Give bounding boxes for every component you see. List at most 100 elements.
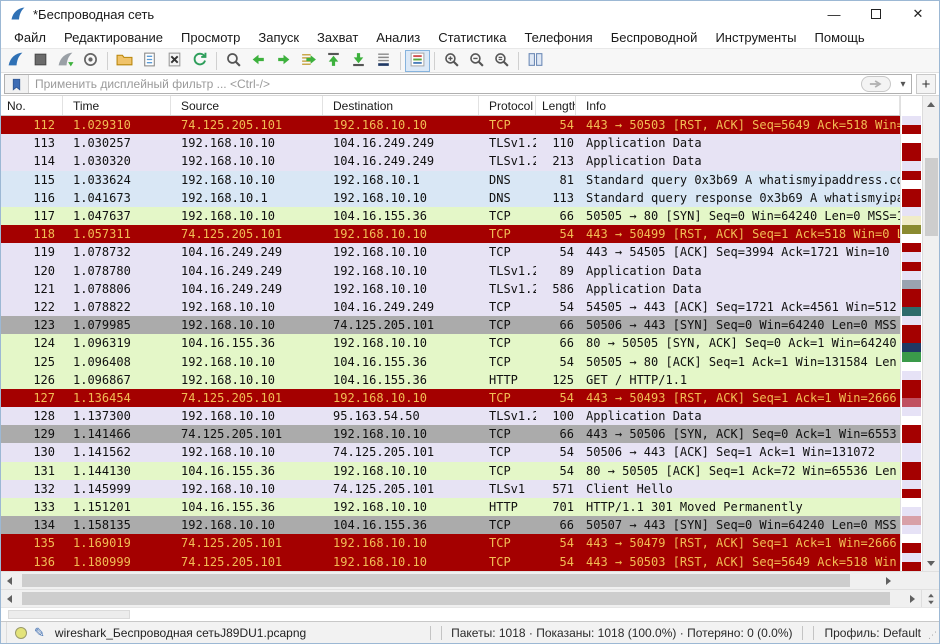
maximize-button[interactable] bbox=[855, 1, 897, 27]
hscroll-thumb-2[interactable] bbox=[22, 592, 890, 605]
add-filter-button[interactable]: + bbox=[916, 74, 936, 94]
resize-grip[interactable]: ⋰ bbox=[929, 622, 939, 643]
menu-item-8[interactable]: Телефония bbox=[515, 27, 601, 48]
packet-row[interactable]: 1181.05731174.125.205.101192.168.10.10TC… bbox=[1, 225, 900, 243]
apply-filter-button[interactable] bbox=[861, 76, 891, 92]
stop-capture-button[interactable] bbox=[28, 50, 53, 72]
reload-file-button[interactable] bbox=[187, 50, 212, 72]
detail-pane-handle[interactable] bbox=[8, 610, 130, 619]
restart-capture-button[interactable] bbox=[53, 50, 78, 72]
column-header-destination[interactable]: Destination bbox=[323, 96, 479, 115]
vertical-scrollbar[interactable] bbox=[922, 96, 939, 571]
packet-row[interactable]: 1121.02931074.125.205.101192.168.10.10TC… bbox=[1, 116, 900, 134]
menu-item-6[interactable]: Анализ bbox=[367, 27, 429, 48]
hscroll-thumb[interactable] bbox=[22, 574, 850, 587]
scroll-up-button[interactable] bbox=[923, 96, 939, 112]
scroll-right-button-2[interactable] bbox=[904, 590, 921, 607]
packet-row[interactable]: 1191.078732104.16.249.249192.168.10.10TC… bbox=[1, 243, 900, 261]
packet-row[interactable]: 1171.047637192.168.10.10104.16.155.36TCP… bbox=[1, 207, 900, 225]
minimize-button[interactable]: — bbox=[813, 1, 855, 27]
menu-item-10[interactable]: Инструменты bbox=[706, 27, 805, 48]
horizontal-scrollbar-detail[interactable] bbox=[1, 589, 939, 607]
packet-no: 121 bbox=[1, 282, 63, 296]
packet-destination: 192.168.10.10 bbox=[323, 282, 479, 296]
packet-row[interactable]: 1211.078806104.16.249.249192.168.10.10TL… bbox=[1, 280, 900, 298]
packet-row[interactable]: 1231.079985192.168.10.1074.125.205.101TC… bbox=[1, 316, 900, 334]
capture-options-button[interactable] bbox=[78, 50, 103, 72]
column-header-source[interactable]: Source bbox=[171, 96, 323, 115]
packet-row[interactable]: 1321.145999192.168.10.1074.125.205.101TL… bbox=[1, 480, 900, 498]
packet-row[interactable]: 1301.141562192.168.10.1074.125.205.101TC… bbox=[1, 443, 900, 461]
packet-row[interactable]: 1151.033624192.168.10.10192.168.10.1DNS8… bbox=[1, 171, 900, 189]
horizontal-scrollbar-list[interactable] bbox=[1, 571, 939, 589]
zoom-out-button[interactable] bbox=[464, 50, 489, 72]
packet-row[interactable]: 1241.096319104.16.155.36192.168.10.10TCP… bbox=[1, 334, 900, 352]
packet-time: 1.078732 bbox=[63, 245, 171, 259]
auto-scroll-button[interactable] bbox=[371, 50, 396, 72]
menu-item-5[interactable]: Захват bbox=[308, 27, 367, 48]
packet-row[interactable]: 1331.151201104.16.155.36192.168.10.10HTT… bbox=[1, 498, 900, 516]
go-to-packet-button[interactable] bbox=[296, 50, 321, 72]
go-first-button[interactable] bbox=[321, 50, 346, 72]
minimap-stripe bbox=[902, 243, 921, 252]
packet-row[interactable]: 1161.041673192.168.10.1192.168.10.10DNS1… bbox=[1, 189, 900, 207]
menu-item-7[interactable]: Статистика bbox=[429, 27, 515, 48]
save-file-button[interactable] bbox=[137, 50, 162, 72]
close-file-button[interactable] bbox=[162, 50, 187, 72]
go-back-button[interactable] bbox=[246, 50, 271, 72]
minimap-stripe bbox=[902, 143, 921, 152]
packet-row[interactable]: 1131.030257192.168.10.10104.16.249.249TL… bbox=[1, 134, 900, 152]
go-forward-button[interactable] bbox=[271, 50, 296, 72]
hscroll-track[interactable] bbox=[18, 572, 880, 589]
resize-columns-button[interactable] bbox=[523, 50, 548, 72]
column-header-length[interactable]: Length bbox=[536, 96, 576, 115]
packet-row[interactable]: 1281.137300192.168.10.1095.163.54.50TLSv… bbox=[1, 407, 900, 425]
scroll-down-button[interactable] bbox=[923, 555, 939, 571]
expert-info-icon[interactable] bbox=[15, 627, 27, 639]
column-header-time[interactable]: Time bbox=[63, 96, 171, 115]
scroll-left-button-2[interactable] bbox=[1, 590, 18, 607]
packet-row[interactable]: 1201.078780104.16.249.249192.168.10.10TL… bbox=[1, 262, 900, 280]
menu-item-2[interactable]: Редактирование bbox=[55, 27, 172, 48]
packet-row[interactable]: 1361.18099974.125.205.101192.168.10.10TC… bbox=[1, 553, 900, 571]
filter-dropdown-button[interactable]: ▾ bbox=[895, 79, 911, 90]
column-header-protocol[interactable]: Protocol bbox=[479, 96, 536, 115]
find-packet-button[interactable] bbox=[221, 50, 246, 72]
packet-row[interactable]: 1311.144130104.16.155.36192.168.10.10TCP… bbox=[1, 462, 900, 480]
profile-label[interactable]: Профиль: Default bbox=[825, 626, 922, 640]
close-button[interactable]: ✕ bbox=[897, 1, 939, 27]
packet-row[interactable]: 1341.158135192.168.10.10104.16.155.36TCP… bbox=[1, 516, 900, 534]
scroll-right-button[interactable] bbox=[880, 572, 897, 589]
packet-row[interactable]: 1141.030320192.168.10.10104.16.249.249TL… bbox=[1, 152, 900, 170]
menu-item-4[interactable]: Запуск bbox=[249, 27, 308, 48]
intelligent-scrollbar-minimap[interactable] bbox=[900, 96, 922, 571]
vertical-scrollbar-thumb[interactable] bbox=[925, 158, 938, 236]
start-capture-button[interactable] bbox=[3, 50, 28, 72]
minimap-stripe bbox=[902, 234, 921, 243]
zoom-in-button[interactable] bbox=[439, 50, 464, 72]
colorize-button[interactable] bbox=[405, 50, 430, 72]
display-filter-input[interactable] bbox=[29, 77, 861, 91]
open-file-button[interactable] bbox=[112, 50, 137, 72]
column-header-info[interactable]: Info bbox=[576, 96, 900, 115]
packet-info: 50506 → 443 [SYN] Seq=0 Win=64240 Len=0 … bbox=[576, 318, 900, 332]
capture-comment-icon[interactable]: ✎ bbox=[34, 625, 45, 641]
column-header-no[interactable]: No. bbox=[1, 96, 63, 115]
packet-row[interactable]: 1261.096867192.168.10.10104.16.155.36HTT… bbox=[1, 371, 900, 389]
scroll-left-button[interactable] bbox=[1, 572, 18, 589]
zoom-reset-button[interactable] bbox=[489, 50, 514, 72]
go-last-button[interactable] bbox=[346, 50, 371, 72]
menu-item-3[interactable]: Просмотр bbox=[172, 27, 249, 48]
packet-row[interactable]: 1221.078822192.168.10.10104.16.249.249TC… bbox=[1, 298, 900, 316]
packet-row[interactable]: 1291.14146674.125.205.101192.168.10.10TC… bbox=[1, 425, 900, 443]
hscroll-track-2[interactable] bbox=[18, 590, 904, 607]
packet-row[interactable]: 1251.096408192.168.10.10104.16.155.36TCP… bbox=[1, 352, 900, 370]
filter-bookmark-button[interactable] bbox=[5, 75, 29, 93]
menu-item-11[interactable]: Помощь bbox=[806, 27, 874, 48]
menu-item-9[interactable]: Беспроводной bbox=[602, 27, 707, 48]
menu-item-1[interactable]: Файл bbox=[5, 27, 55, 48]
apply-arrow-icon bbox=[869, 79, 883, 89]
packet-row[interactable]: 1271.13645474.125.205.101192.168.10.10TC… bbox=[1, 389, 900, 407]
packet-row[interactable]: 1351.16901974.125.205.101192.168.10.10TC… bbox=[1, 534, 900, 552]
pane-spin-control[interactable] bbox=[921, 590, 939, 607]
